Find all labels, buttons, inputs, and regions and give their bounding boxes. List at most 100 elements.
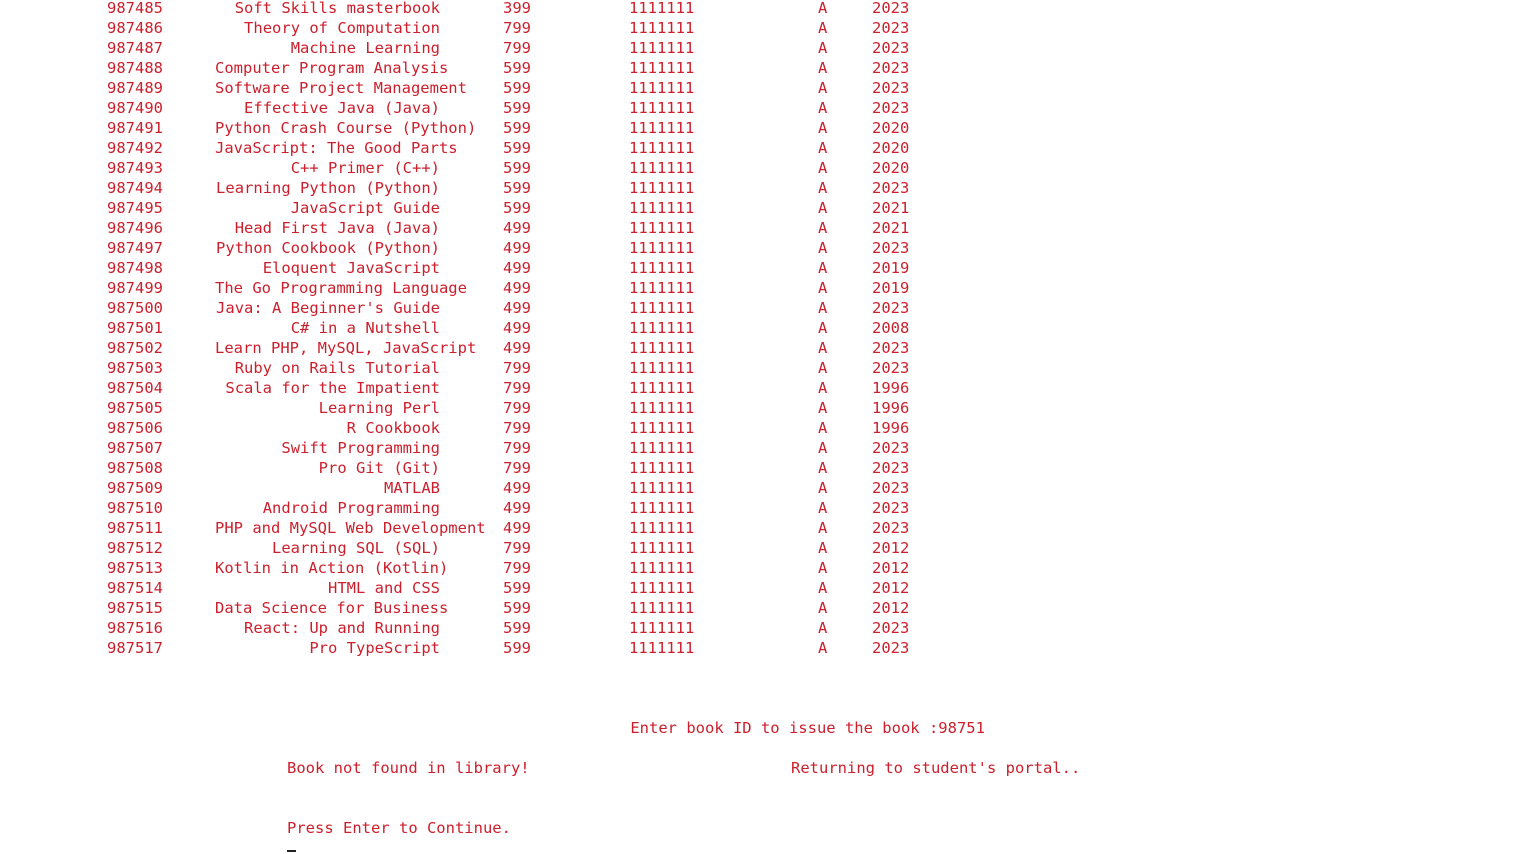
book-price: 599: [503, 579, 531, 597]
book-price: 499: [503, 239, 531, 257]
book-year: 2023: [872, 239, 910, 257]
book-status: A: [818, 439, 828, 457]
book-year: 1996: [872, 399, 910, 417]
book-status: A: [818, 399, 828, 417]
book-title: Learn PHP, MySQL, JavaScript: [215, 339, 477, 357]
book-price: 599: [503, 99, 531, 117]
book-status: A: [818, 379, 828, 397]
table-row: 987498 Eloquent JavaScript 499 1111111 A 2019: [0, 258, 1529, 278]
book-title-cell: Learning Perl: [0, 398, 440, 418]
book-title: MATLAB: [384, 479, 440, 497]
table-row: 987496 Head First Java (Java) 499 1111111 A 2…: [0, 218, 1529, 238]
book-price: 499: [503, 519, 531, 537]
book-copies: 1111111: [629, 639, 695, 657]
issue-prompt-label: Enter book ID to issue the book :: [630, 719, 939, 737]
book-title: Java: A Beginner's Guide: [216, 299, 440, 317]
book-status: A: [818, 19, 828, 37]
book-year: 2020: [872, 159, 910, 177]
table-row: 987492 JavaScript: The Good Parts 599 11111…: [0, 138, 1529, 158]
table-row: 987503 Ruby on Rails Tutorial 799 1111111 A 2…: [0, 358, 1529, 378]
book-status: A: [818, 39, 828, 57]
book-copies: 1111111: [629, 479, 695, 497]
book-title: Kotlin in Action (Kotlin): [215, 559, 449, 577]
book-year: 2023: [872, 179, 910, 197]
book-title-cell: Computer Program Analysis: [215, 58, 448, 78]
book-copies: 1111111: [629, 79, 695, 97]
book-title: Scala for the Impatient: [225, 379, 440, 397]
book-status: A: [818, 79, 828, 97]
book-copies: 1111111: [629, 39, 695, 57]
book-price: 799: [503, 19, 531, 37]
book-title-cell: Software Project Management: [215, 78, 467, 98]
table-row: 987501 C# in a Nutshell 499 1111111 A 2008: [0, 318, 1529, 338]
book-price: 599: [503, 639, 531, 657]
book-copies: 1111111: [629, 19, 695, 37]
book-title: React: Up and Running: [244, 619, 440, 637]
table-row: 987514 HTML and CSS 599 1111111 A 2012: [0, 578, 1529, 598]
book-status: A: [818, 339, 828, 357]
book-price: 599: [503, 179, 531, 197]
table-row: 987504 Scala for the Impatient 799 1111111 A…: [0, 378, 1529, 398]
book-price: 799: [503, 459, 531, 477]
book-status: A: [818, 539, 828, 557]
book-title: Swift Programming: [281, 439, 440, 457]
book-id: 987489: [107, 79, 163, 97]
issue-prompt[interactable]: Enter book ID to issue the book :98751: [593, 698, 985, 737]
book-title-cell: Python Cookbook (Python): [0, 238, 440, 258]
book-copies: 1111111: [629, 99, 695, 117]
book-copies: 1111111: [629, 359, 695, 377]
table-row: 987513 Kotlin in Action (Kotlin) 799 111111…: [0, 558, 1529, 578]
book-copies: 1111111: [629, 259, 695, 277]
table-row: 987512 Learning SQL (SQL) 799 1111111 A 2012: [0, 538, 1529, 558]
book-status: A: [818, 299, 828, 317]
book-year: 2023: [872, 19, 910, 37]
book-id: 987502: [107, 339, 163, 357]
book-status: A: [818, 419, 828, 437]
book-price: 499: [503, 339, 531, 357]
table-row: 987491 Python Crash Course (Python) 599 111…: [0, 118, 1529, 138]
book-copies: 1111111: [629, 399, 695, 417]
returning-message: Returning to student's portal..: [791, 759, 1081, 777]
console-window: 987485 Soft Skills masterbook 399 1111111 A 2…: [0, 0, 1529, 854]
book-year: 2023: [872, 39, 910, 57]
book-year: 2023: [872, 339, 910, 357]
book-year: 2023: [872, 639, 910, 657]
book-title: Pro Git (Git): [318, 459, 440, 477]
table-row: 987516 React: Up and Running 599 1111111 A 20…: [0, 618, 1529, 638]
issue-prompt-input[interactable]: 98751: [938, 719, 985, 737]
book-title-cell: Pro TypeScript: [0, 638, 440, 658]
book-status: A: [818, 599, 828, 617]
book-year: 2012: [872, 559, 910, 577]
book-year: 2019: [872, 279, 910, 297]
book-year: 2012: [872, 599, 910, 617]
book-id: 987492: [107, 139, 163, 157]
book-price: 599: [503, 599, 531, 617]
book-year: 2023: [872, 499, 910, 517]
book-title-cell: React: Up and Running: [0, 618, 440, 638]
book-id: 987515: [107, 599, 163, 617]
book-year: 2019: [872, 259, 910, 277]
book-status: A: [818, 479, 828, 497]
book-year: 2023: [872, 439, 910, 457]
book-copies: 1111111: [629, 459, 695, 477]
table-row: 987509 MATLAB 499 1111111 A 2023: [0, 478, 1529, 498]
book-year: 2021: [872, 199, 910, 217]
table-row: 987495 JavaScript Guide 599 1111111 A 2021: [0, 198, 1529, 218]
table-row: 987500 Java: A Beginner's Guide 499 1111111…: [0, 298, 1529, 318]
table-row: 987486 Theory of Computation 799 1111111 A 20…: [0, 18, 1529, 38]
book-status: A: [818, 159, 828, 177]
book-price: 499: [503, 219, 531, 237]
book-price: 799: [503, 419, 531, 437]
book-year: 2023: [872, 299, 910, 317]
book-price: 599: [503, 159, 531, 177]
book-title: Learning Perl: [318, 399, 440, 417]
book-title-cell: Python Crash Course (Python): [215, 118, 476, 138]
table-row: 987488 Computer Program Analysis 599 111111…: [0, 58, 1529, 78]
book-title-cell: Learn PHP, MySQL, JavaScript: [215, 338, 476, 358]
table-row: 987497 Python Cookbook (Python) 499 1111111…: [0, 238, 1529, 258]
book-year: 2023: [872, 99, 910, 117]
book-copies: 1111111: [629, 219, 695, 237]
book-title-cell: Swift Programming: [0, 438, 440, 458]
book-price: 799: [503, 39, 531, 57]
book-status: A: [818, 559, 828, 577]
